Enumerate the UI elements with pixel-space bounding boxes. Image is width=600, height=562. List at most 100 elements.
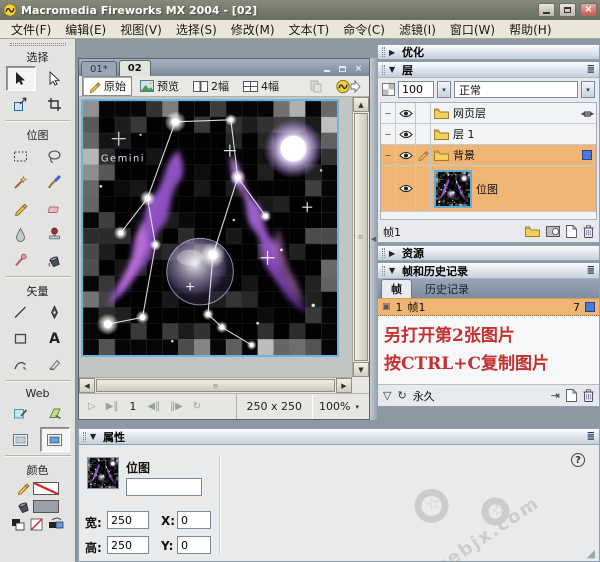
- properties-header[interactable]: ▼ 属性 ≣: [79, 429, 599, 445]
- eraser-tool[interactable]: [40, 196, 70, 221]
- frame-name[interactable]: 帧1: [408, 299, 426, 315]
- menu-edit[interactable]: 编辑(E): [58, 20, 113, 39]
- panel-gripper[interactable]: [382, 248, 385, 258]
- expanded-arrow-icon[interactable]: ▼: [389, 266, 398, 275]
- menu-help[interactable]: 帮助(H): [502, 20, 558, 39]
- preview-view-button[interactable]: 预览: [134, 76, 185, 96]
- blend-mode-dropdown-button[interactable]: ▾: [581, 81, 595, 98]
- expand-toggle[interactable]: −: [381, 145, 396, 165]
- document-tab-02[interactable]: 02: [119, 60, 151, 76]
- panel-gripper[interactable]: [382, 266, 385, 276]
- object-name[interactable]: 位图: [476, 181, 498, 197]
- hide-slices-button[interactable]: [6, 427, 36, 452]
- menu-select[interactable]: 选择(S): [169, 20, 224, 39]
- slice-tool[interactable]: [40, 401, 70, 426]
- pointer-tool[interactable]: [6, 66, 36, 91]
- last-frame-button[interactable]: ▶‖: [106, 401, 119, 412]
- frame-delay[interactable]: 7: [573, 301, 580, 314]
- freeform-tool[interactable]: [6, 352, 36, 377]
- minimize-button[interactable]: [538, 3, 555, 17]
- next-frame-button[interactable]: ‖▶: [170, 401, 183, 412]
- visibility-toggle[interactable]: [396, 166, 416, 211]
- delete-layer-button[interactable]: [583, 225, 594, 238]
- text-tool[interactable]: A: [40, 326, 70, 351]
- pencil-tool[interactable]: [6, 196, 36, 221]
- expand-toggle[interactable]: −: [381, 124, 396, 144]
- menu-modify[interactable]: 修改(M): [224, 20, 282, 39]
- active-frame-indicator[interactable]: [585, 302, 595, 312]
- layer-row-background[interactable]: − 背景: [381, 145, 596, 166]
- layer-name[interactable]: 网页层: [453, 105, 486, 121]
- expand-toggle[interactable]: −: [381, 103, 396, 123]
- panel-resize-grip[interactable]: ◢: [587, 547, 595, 560]
- layer-row-bitmap-object[interactable]: 位图: [381, 166, 596, 212]
- canvas-document[interactable]: [81, 99, 339, 357]
- brush-tool[interactable]: [40, 170, 70, 195]
- swap-colors-button[interactable]: [48, 518, 64, 531]
- new-frame-button[interactable]: [566, 389, 577, 402]
- close-button[interactable]: ×: [580, 3, 597, 17]
- collapsed-arrow-icon[interactable]: ▶: [389, 249, 398, 258]
- magic-wand-tool[interactable]: [6, 170, 36, 195]
- scroll-down-button[interactable]: ▼: [353, 362, 369, 377]
- help-button[interactable]: ?: [571, 453, 585, 467]
- menu-view[interactable]: 视图(V): [113, 20, 169, 39]
- expanded-arrow-icon[interactable]: ▼: [389, 65, 398, 74]
- layers-options-menu-icon[interactable]: ≣: [587, 64, 595, 75]
- panel-gripper[interactable]: [382, 65, 385, 75]
- bitmap-thumbnail[interactable]: [434, 170, 472, 208]
- opacity-dropdown-button[interactable]: ▾: [437, 81, 451, 98]
- two-up-view-button[interactable]: 2幅: [187, 76, 235, 96]
- dock-splitter[interactable]: ◀: [370, 58, 377, 420]
- blur-tool[interactable]: [6, 222, 36, 247]
- opacity-input[interactable]: [398, 81, 434, 98]
- tab-frames[interactable]: 帧: [381, 279, 412, 298]
- visibility-toggle[interactable]: [396, 145, 416, 165]
- onion-skinning-button[interactable]: ▽: [383, 389, 391, 402]
- doc-minimize-button[interactable]: [320, 63, 333, 74]
- loop-count-label[interactable]: 永久: [413, 388, 435, 404]
- four-up-view-button[interactable]: 4幅: [237, 76, 285, 96]
- pen-tool[interactable]: [40, 300, 70, 325]
- hotspot-tool[interactable]: [6, 401, 36, 426]
- horizontal-scrollbar[interactable]: ◀ ≡ ▶: [79, 377, 352, 393]
- collapsed-arrow-icon[interactable]: ▶: [389, 48, 398, 57]
- panel-gripper[interactable]: [83, 432, 86, 442]
- distribute-to-frames-button[interactable]: ⇥: [551, 389, 560, 402]
- object-name-input[interactable]: [126, 478, 202, 496]
- panel-gripper[interactable]: [382, 47, 385, 57]
- active-layer-indicator[interactable]: [582, 150, 592, 160]
- menu-filters[interactable]: 滤镜(I): [392, 20, 443, 39]
- line-tool[interactable]: [6, 300, 36, 325]
- vertical-scrollbar[interactable]: ▲ ≡ ▼: [352, 97, 369, 377]
- doc-restore-button[interactable]: [336, 63, 349, 74]
- menu-window[interactable]: 窗口(W): [443, 20, 502, 39]
- menu-commands[interactable]: 命令(C): [336, 20, 392, 39]
- scroll-right-button[interactable]: ▶: [336, 378, 352, 393]
- blend-mode-select[interactable]: 正常: [454, 81, 578, 98]
- zoom-level-control[interactable]: 100% ▾: [313, 400, 365, 413]
- quick-export-button[interactable]: [330, 77, 366, 96]
- tab-history[interactable]: 历史记录: [416, 280, 478, 298]
- original-view-button[interactable]: 原始: [82, 76, 132, 96]
- document-tab-01[interactable]: 01*: [81, 61, 117, 76]
- frame-row-1[interactable]: ▣ 1 帧1 7: [378, 298, 599, 316]
- menu-file[interactable]: 文件(F): [4, 20, 58, 39]
- subselection-tool[interactable]: [40, 66, 70, 91]
- layer-row-web[interactable]: − 网页层 ◂▦▸: [381, 103, 596, 124]
- knife-tool[interactable]: [40, 352, 70, 377]
- default-colors-button[interactable]: [11, 518, 25, 531]
- x-input[interactable]: [177, 511, 211, 529]
- no-color-button[interactable]: [30, 518, 43, 531]
- crop-tool[interactable]: [40, 92, 70, 117]
- lasso-tool[interactable]: [40, 144, 70, 169]
- edit-column[interactable]: [416, 103, 431, 123]
- scroll-left-button[interactable]: ◀: [79, 378, 95, 393]
- edit-column[interactable]: [416, 124, 431, 144]
- eyedropper-tool[interactable]: [6, 248, 36, 273]
- new-sublayer-button[interactable]: [525, 226, 540, 237]
- rectangle-tool[interactable]: [6, 326, 36, 351]
- play-button[interactable]: ▷: [88, 401, 96, 412]
- width-input[interactable]: [107, 511, 149, 529]
- scale-tool[interactable]: [6, 92, 36, 117]
